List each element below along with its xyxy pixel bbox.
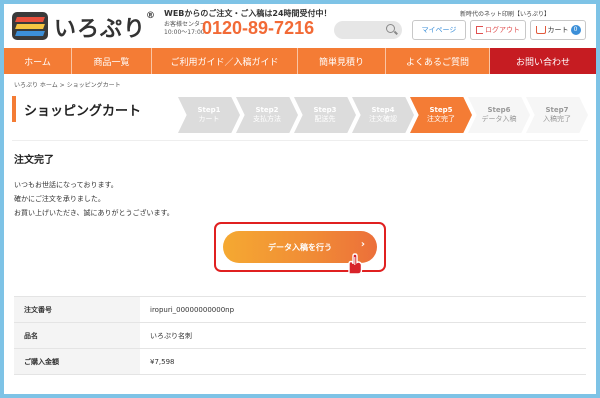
table-row: 注文番号 iropuri_00000000000np <box>14 296 586 323</box>
chevron-right-icon: › <box>360 239 365 250</box>
cta-highlight: データ入稿を行う › <box>214 222 386 275</box>
mypage-button[interactable]: マイページ <box>412 20 466 40</box>
phone-number[interactable]: 0120-89-7216 <box>202 18 314 39</box>
logout-icon <box>476 26 483 34</box>
product-name-label: 品名 <box>14 322 140 349</box>
nav-item-home[interactable]: ホーム <box>4 48 72 74</box>
divider <box>12 140 588 141</box>
cart-count-badge: 0 <box>570 25 581 35</box>
checkout-steps: Step1 カート Step2 支払方法 Step3 配送先 Step4 注文確認 St… <box>178 97 590 133</box>
order-summary-table: 注文番号 iropuri_00000000000np 品名 いろぷり名刺 ご購入… <box>14 296 586 375</box>
logout-button[interactable]: ログアウト <box>470 20 526 40</box>
step-2: Step2 支払方法 <box>236 97 298 133</box>
section-title: 注文完了 <box>14 155 54 166</box>
browser-frame: いろぷり® WEBからのご注文・ご入稿は24時間受付中！ お客様センター 10:… <box>4 4 596 394</box>
pointer-hand-icon <box>348 253 363 275</box>
step-7: Step7 入稿完了 <box>526 97 588 133</box>
step-6: Step6 データ入稿 <box>468 97 530 133</box>
top-note: 新時代のネット印刷【いろぷり】 <box>460 11 551 18</box>
table-row: 品名 いろぷり名刺 <box>14 322 586 349</box>
step-5: Step5 注文完了 <box>410 97 472 133</box>
breadcrumb-home[interactable]: いろぷり ホーム <box>14 82 58 89</box>
nav-item-guide[interactable]: ご利用ガイド／入稿ガイド <box>152 48 298 74</box>
nav-item-products[interactable]: 商品一覧 <box>72 48 152 74</box>
cart-icon <box>535 26 546 34</box>
logo-text: いろぷり® <box>54 11 157 42</box>
step-1: Step1 カート <box>178 97 240 133</box>
logo-mark-icon <box>12 12 48 40</box>
search-icon[interactable] <box>386 24 395 33</box>
nav-item-contact[interactable]: お問い合わせ <box>490 48 596 74</box>
message-line: お買い上げいただき、誠にありがとうございます。 <box>14 209 174 217</box>
tel-caption: お客様センター 10:00〜17:00 <box>164 21 207 36</box>
breadcrumb-current: ショッピングカート <box>66 82 121 89</box>
site-logo[interactable]: いろぷり® <box>12 10 162 42</box>
order-number-value: iropuri_00000000000np <box>140 296 586 323</box>
message-line: いつもお世話になっております。 <box>14 181 118 189</box>
message-line: 確かにご注文を承りました。 <box>14 195 105 203</box>
search-input[interactable] <box>334 21 402 39</box>
order-number-label: 注文番号 <box>14 296 140 323</box>
main-nav: ホーム 商品一覧 ご利用ガイド／入稿ガイド 簡単見積り よくあるご質問 お問い合… <box>4 48 596 74</box>
table-row: ご購入金額 ¥7,598 <box>14 348 586 375</box>
total-amount-label: ご購入金額 <box>14 348 140 375</box>
nav-item-faq[interactable]: よくあるご質問 <box>386 48 490 74</box>
page-title: ショッピングカート <box>12 96 141 122</box>
nav-item-estimate[interactable]: 簡単見積り <box>298 48 386 74</box>
step-4: Step4 注文確認 <box>352 97 414 133</box>
site-header: いろぷり® WEBからのご注文・ご入稿は24時間受付中！ お客様センター 10:… <box>4 4 596 48</box>
breadcrumb: いろぷり ホーム > ショッピングカート <box>14 82 121 89</box>
total-amount-value: ¥7,598 <box>140 348 586 375</box>
step-3: Step3 配送先 <box>294 97 356 133</box>
cart-button[interactable]: カート 0 <box>530 20 586 40</box>
product-name-value: いろぷり名刺 <box>140 322 586 349</box>
